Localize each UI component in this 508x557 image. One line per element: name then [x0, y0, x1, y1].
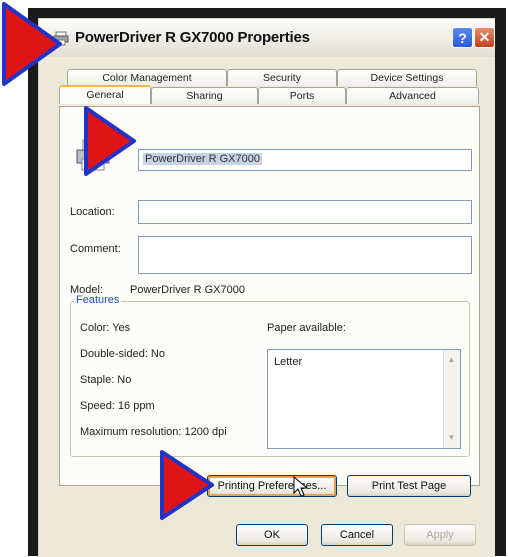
name-pointer-icon [84, 106, 136, 176]
scroll-down-icon[interactable]: ▼ [446, 432, 457, 443]
printing-preferences-button[interactable]: Printing Preferences... [207, 475, 337, 497]
comment-input[interactable] [138, 236, 472, 274]
paper-available-label: Paper available: [267, 322, 346, 334]
comment-label: Comment: [70, 243, 121, 255]
tab-sharing[interactable]: Sharing [151, 87, 258, 104]
cancel-button[interactable]: Cancel [321, 524, 393, 546]
paper-list-scrollbar[interactable]: ▲ ▼ [443, 350, 460, 448]
mouse-cursor-icon [293, 476, 309, 497]
tab-ports[interactable]: Ports [258, 87, 346, 104]
printer-name-value: PowerDriver R GX7000 [143, 153, 262, 165]
features-title: Features [74, 294, 122, 306]
close-button[interactable]: ✕ [474, 27, 495, 48]
help-button[interactable]: ? [452, 27, 473, 48]
tab-device-settings[interactable]: Device Settings [337, 69, 477, 86]
scroll-up-icon[interactable]: ▲ [446, 354, 457, 365]
print-test-page-button[interactable]: Print Test Page [347, 475, 471, 497]
preferences-pointer-icon [160, 450, 214, 520]
tab-general[interactable]: General [59, 85, 151, 104]
title-bar[interactable]: PowerDriver R GX7000 Properties ? ✕ [39, 19, 495, 57]
feature-double-sided: Double-sided: No [80, 348, 165, 360]
feature-staple: Staple: No [80, 374, 132, 386]
feature-speed: Speed: 16 ppm [80, 400, 155, 412]
title-pointer-icon [2, 2, 62, 86]
properties-dialog: PowerDriver R GX7000 Properties ? ✕ Colo… [38, 18, 495, 557]
tab-color-management[interactable]: Color Management [67, 69, 227, 86]
tab-advanced[interactable]: Advanced [346, 87, 479, 104]
window-title: PowerDriver R GX7000 Properties [75, 29, 310, 46]
model-value: PowerDriver R GX7000 [130, 284, 245, 296]
paper-available-list[interactable]: Letter ▲ ▼ [267, 349, 461, 449]
location-input[interactable] [138, 200, 472, 224]
location-label: Location: [70, 206, 115, 218]
apply-button[interactable]: Apply [404, 524, 476, 546]
paper-item-letter[interactable]: Letter [274, 356, 302, 368]
tab-security[interactable]: Security [227, 69, 337, 86]
printer-name-field[interactable]: PowerDriver R GX7000 [138, 149, 472, 171]
feature-max-resolution: Maximum resolution: 1200 dpi [80, 426, 227, 438]
feature-color: Color: Yes [80, 322, 131, 334]
ok-button[interactable]: OK [236, 524, 308, 546]
